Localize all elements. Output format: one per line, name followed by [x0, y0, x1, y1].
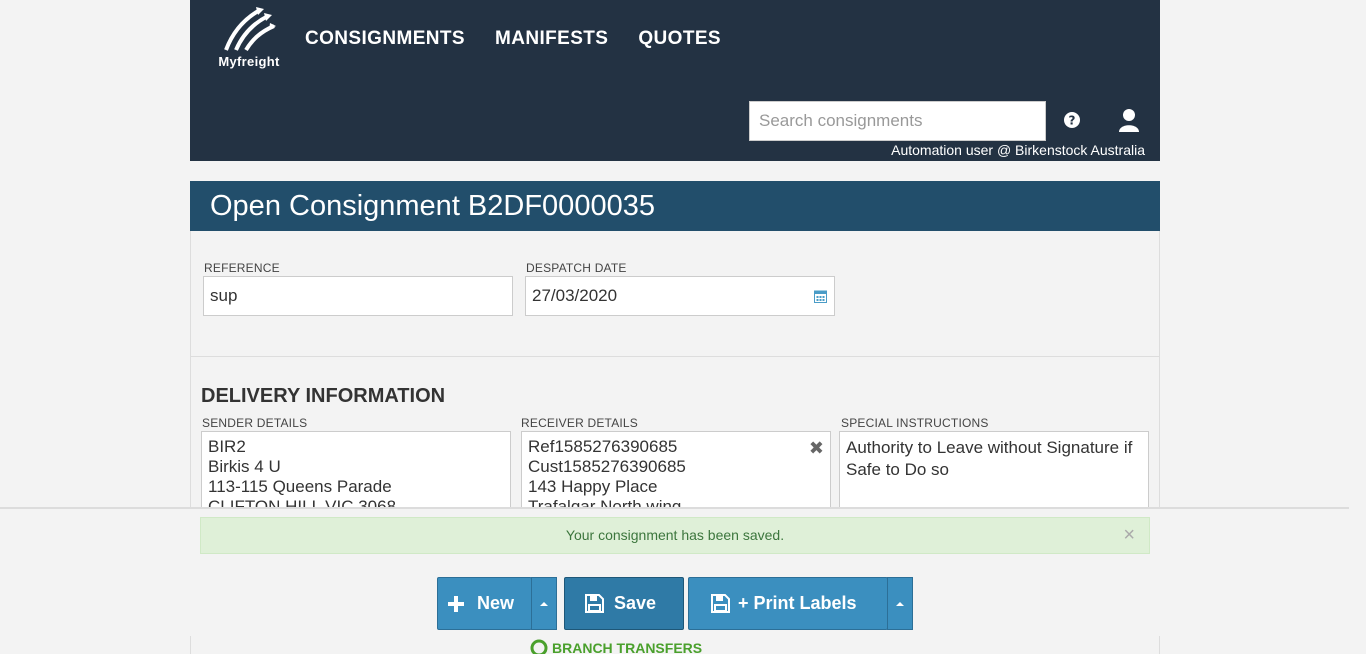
- logo-arrows-icon: [224, 7, 276, 52]
- nav-consignments[interactable]: CONSIGNMENTS: [305, 28, 465, 50]
- sender-label: SENDER DETAILS: [202, 416, 308, 430]
- sender-line: Birkis 4 U: [208, 457, 281, 476]
- reference-field[interactable]: sup: [203, 276, 513, 316]
- delivery-section-title: DELIVERY INFORMATION: [201, 385, 446, 407]
- new-dropdown-toggle[interactable]: [531, 577, 557, 630]
- print-labels-button[interactable]: + Print Labels: [688, 577, 888, 630]
- user-icon[interactable]: [1118, 108, 1140, 132]
- nav-quotes[interactable]: QUOTES: [638, 28, 721, 50]
- page-title-bar: Open Consignment B2DF0000035: [190, 181, 1160, 231]
- search-input[interactable]: [749, 101, 1046, 141]
- save-button-label: Save: [614, 593, 657, 613]
- receiver-line: 143 Happy Place: [528, 477, 658, 496]
- calendar-icon[interactable]: [814, 289, 827, 303]
- instructions-label: SPECIAL INSTRUCTIONS: [841, 416, 989, 430]
- receiver-line: Cust1585276390685: [528, 457, 686, 476]
- nav-manifests[interactable]: MANIFESTS: [495, 28, 608, 50]
- floppy-disk-icon: [585, 594, 604, 613]
- print-labels-button-label: + Print Labels: [738, 593, 857, 613]
- receiver-label: RECEIVER DETAILS: [521, 416, 639, 430]
- help-icon[interactable]: ?: [1063, 111, 1081, 129]
- sender-line: BIR2: [208, 437, 246, 456]
- main-nav: CONSIGNMENTS MANIFESTS QUOTES: [305, 28, 721, 50]
- despatch-date-field[interactable]: 27/03/2020: [525, 276, 835, 316]
- new-button-label: New: [477, 593, 515, 613]
- reference-label: REFERENCE: [204, 261, 280, 275]
- page-title: Open Consignment B2DF0000035: [210, 190, 655, 222]
- sender-details[interactable]: BIR2 Birkis 4 U 113-115 Queens Parade CL…: [201, 431, 511, 511]
- caret-up-icon: [896, 601, 904, 606]
- alert-message: Your consignment has been saved.: [565, 527, 785, 543]
- caret-up-icon: [540, 601, 548, 606]
- action-footer: Your consignment has been saved. × New S…: [0, 507, 1349, 654]
- myfreight-logo[interactable]: Myfreight: [212, 6, 286, 72]
- special-instructions-field[interactable]: Authority to Leave without Signature if …: [839, 431, 1149, 511]
- app-header: Myfreight CONSIGNMENTS MANIFESTS QUOTES …: [190, 0, 1160, 161]
- svg-text:?: ?: [1069, 114, 1076, 128]
- clear-receiver-icon[interactable]: ✖: [809, 438, 824, 458]
- new-button[interactable]: New: [437, 577, 532, 630]
- floppy-disk-icon: [711, 594, 730, 613]
- despatch-date-label: DESPATCH DATE: [526, 261, 627, 275]
- plus-icon: [447, 595, 465, 613]
- current-user-label: Automation user @ Birkenstock Australia: [891, 142, 1145, 158]
- receiver-details[interactable]: Ref1585276390685 Cust1585276390685 143 H…: [521, 431, 831, 511]
- panel-bottom-edge: [190, 636, 1160, 654]
- section-divider: [191, 356, 1159, 357]
- print-labels-dropdown-toggle[interactable]: [887, 577, 913, 630]
- save-button[interactable]: Save: [564, 577, 684, 630]
- close-alert-icon[interactable]: ×: [1123, 518, 1135, 553]
- success-alert: Your consignment has been saved. ×: [200, 517, 1150, 554]
- despatch-date-value: 27/03/2020: [532, 286, 618, 305]
- sender-line: 113-115 Queens Parade: [208, 477, 392, 496]
- receiver-line: Ref1585276390685: [528, 437, 678, 456]
- logo-text: Myfreight: [218, 54, 280, 69]
